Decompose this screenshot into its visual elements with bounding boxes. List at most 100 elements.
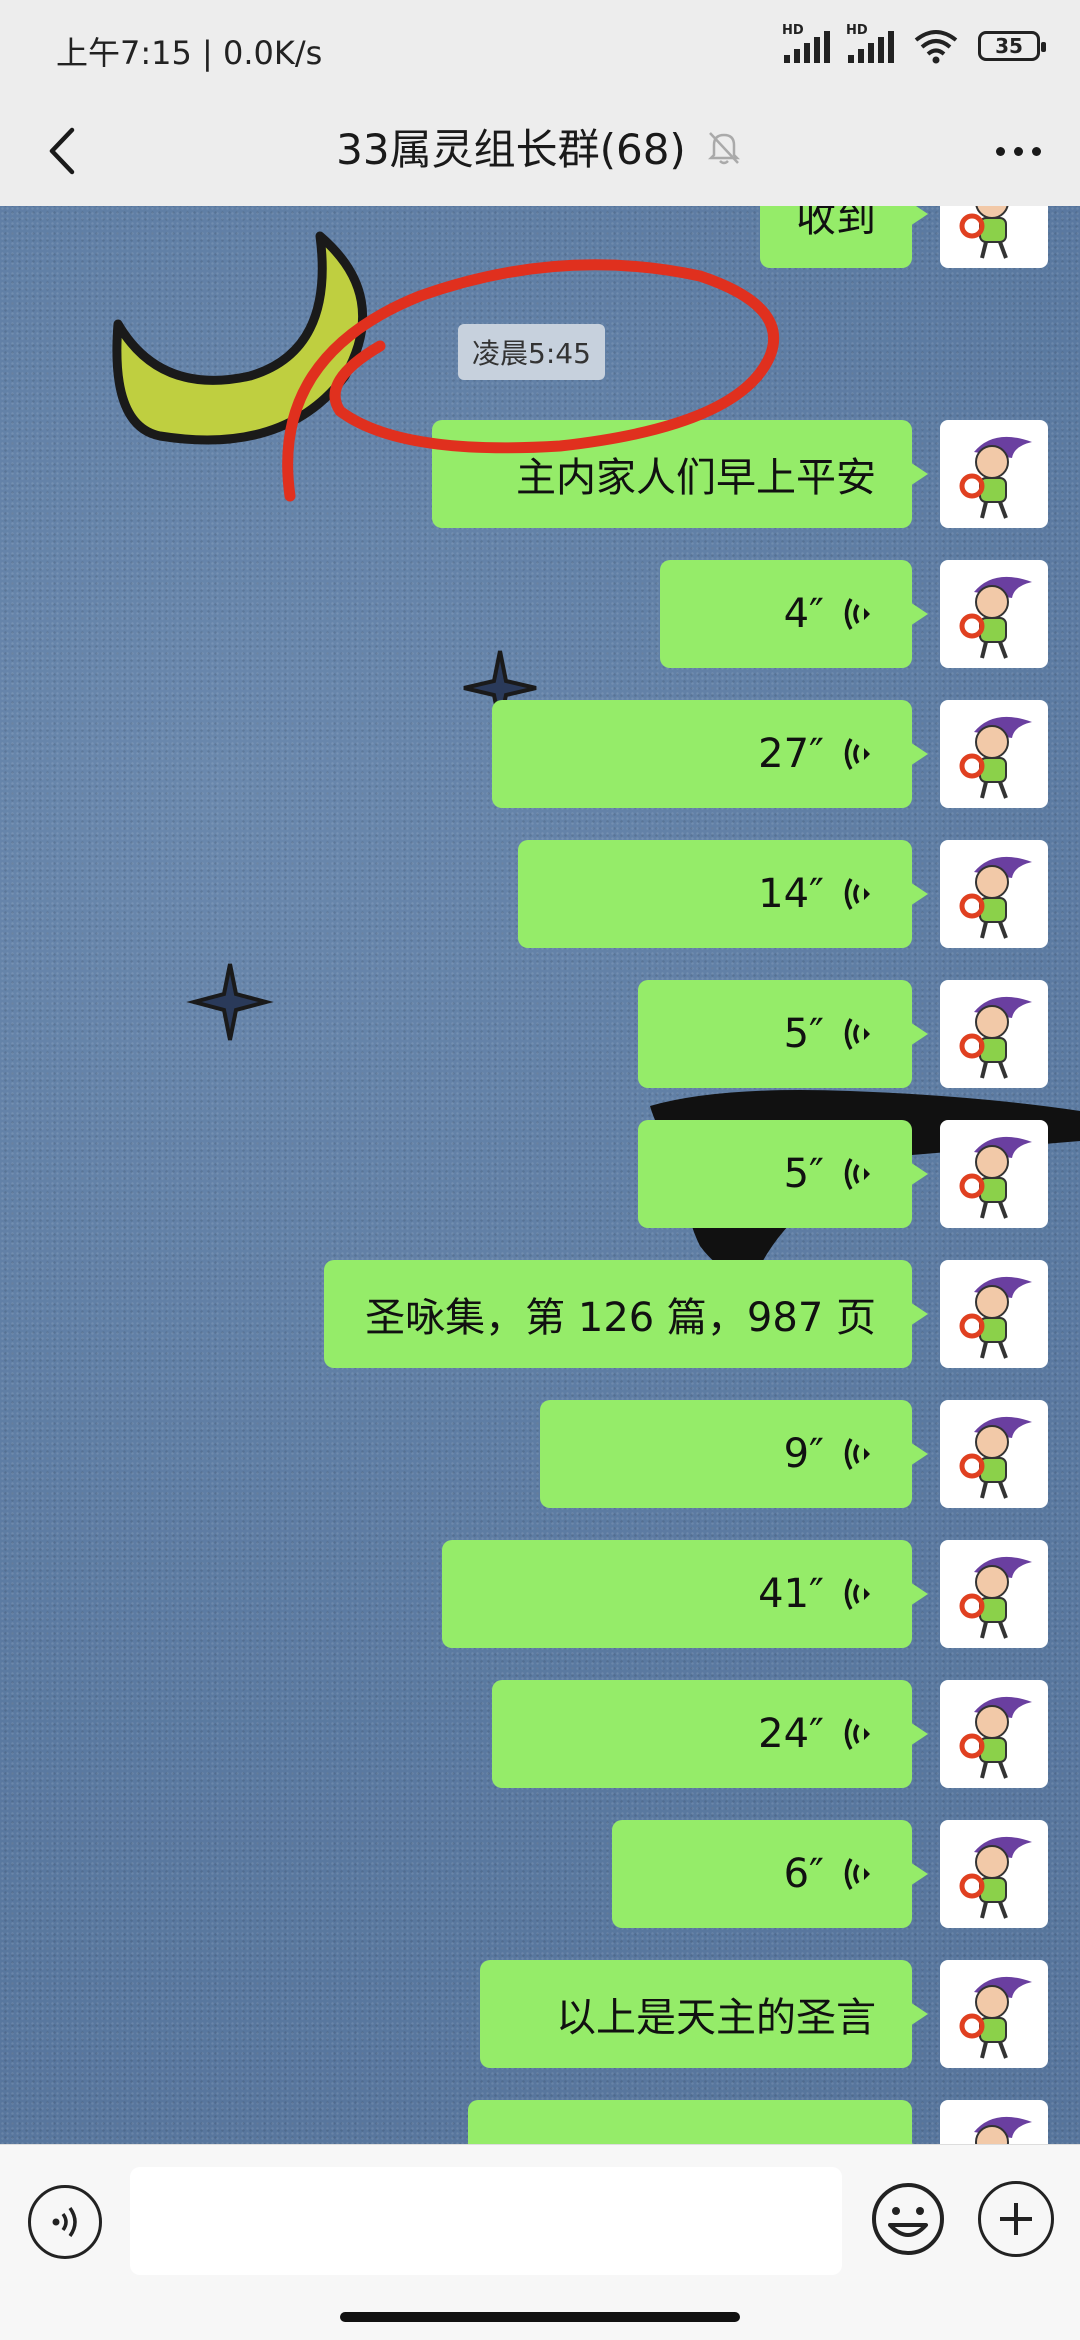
chat-title: 33属灵组长群(68)	[336, 125, 686, 174]
avatar[interactable]	[940, 1540, 1048, 1648]
voice-duration: 41″	[758, 1571, 824, 1617]
avatar-image	[959, 1836, 1032, 1919]
voice-wave-icon	[844, 1858, 870, 1890]
voice-message-bubble[interactable]: 14″	[518, 840, 928, 948]
text-bubble[interactable]: 收到	[760, 206, 928, 268]
wifi-icon	[914, 30, 958, 64]
voice-icon-wrap	[842, 594, 876, 634]
avatar[interactable]	[940, 206, 1048, 268]
avatar-image	[959, 1556, 1032, 1639]
status-bar: 上午7:15 | 0.0K/s HD HD 35	[0, 0, 1080, 96]
message-row: 5″	[638, 980, 1048, 1088]
message-text: 以上是天主的圣言	[556, 1995, 876, 2041]
avatar[interactable]	[940, 1120, 1048, 1228]
avatar[interactable]	[940, 2100, 1048, 2144]
voice-icon-wrap	[842, 734, 876, 774]
avatar-image	[959, 856, 1032, 939]
voice-message-bubble[interactable]: 24″	[492, 1680, 928, 1788]
avatar[interactable]	[940, 1260, 1048, 1368]
voice-wave-icon	[844, 598, 870, 630]
emoji-button[interactable]	[870, 2181, 946, 2257]
avatar-image	[959, 1976, 1032, 2059]
voice-icon-wrap	[842, 1434, 876, 1474]
voice-wave-icon	[844, 1578, 870, 1610]
voice-icon-wrap	[842, 1014, 876, 1054]
avatar[interactable]	[940, 980, 1048, 1088]
message-row: 9″	[540, 1400, 1048, 1508]
voice-duration: 4″	[783, 591, 824, 637]
battery-level: 35	[995, 34, 1023, 58]
input-bar	[0, 2144, 1080, 2340]
avatar[interactable]	[940, 840, 1048, 948]
avatar[interactable]	[940, 1960, 1048, 2068]
voice-duration: 27″	[758, 731, 824, 777]
avatar[interactable]	[940, 420, 1048, 528]
voice-icon-wrap	[842, 1714, 876, 1754]
avatar[interactable]	[940, 1820, 1048, 1928]
avatar-image	[959, 1276, 1032, 1359]
emoji-icon	[872, 2183, 944, 2255]
moon-shape	[112, 231, 367, 445]
message-row: 4″	[660, 560, 1048, 668]
voice-duration: 5″	[783, 1151, 824, 1197]
voice-wave-icon	[844, 1158, 870, 1190]
message-row: 以上是天主的圣言	[480, 1960, 1048, 2068]
message-row: 6″	[612, 1820, 1048, 1928]
avatar-image	[959, 716, 1032, 799]
voice-duration: 6″	[783, 1851, 824, 1897]
signal-icon: HD	[846, 23, 894, 63]
voice-icon-wrap	[842, 1154, 876, 1194]
voice-duration: 9″	[783, 1431, 824, 1477]
text-bubble[interactable]: 主内家人们早上平安	[432, 420, 928, 528]
chat-header: 33属灵组长群(68)	[0, 96, 1080, 206]
hd-label: HD	[782, 23, 804, 38]
battery-icon: 35	[978, 31, 1046, 61]
voice-message-bubble[interactable]: 9″	[540, 1400, 928, 1508]
chat-area[interactable]: 收到 凌晨5:45 主内家人们早上平安 4″ 27″ 14″ 5″ 5″ 圣咏集，第 126…	[0, 206, 1080, 2144]
text-bubble[interactable]	[468, 2100, 928, 2144]
avatar-image	[959, 436, 1032, 519]
message-row: 14″	[518, 840, 1048, 948]
star-shape	[186, 963, 274, 1041]
voice-duration: 5″	[783, 1011, 824, 1057]
voice-message-bubble[interactable]: 41″	[442, 1540, 928, 1648]
voice-wave-icon	[844, 1018, 870, 1050]
avatar[interactable]	[940, 1400, 1048, 1508]
voice-input-icon	[52, 2206, 77, 2238]
message-row: 收到	[760, 206, 1048, 268]
avatar[interactable]	[940, 700, 1048, 808]
hd-label: HD	[846, 23, 868, 38]
status-icons: HD HD 35	[782, 23, 1046, 66]
voice-input-button[interactable]	[28, 2185, 102, 2259]
avatar[interactable]	[940, 1680, 1048, 1788]
voice-message-bubble[interactable]: 5″	[638, 1120, 928, 1228]
avatar-image	[959, 576, 1032, 659]
more-functions-button[interactable]	[978, 2181, 1054, 2257]
avatar[interactable]	[940, 560, 1048, 668]
voice-wave-icon	[844, 878, 870, 910]
text-bubble[interactable]: 以上是天主的圣言	[480, 1960, 928, 2068]
voice-message-bubble[interactable]: 4″	[660, 560, 928, 668]
message-row: 主内家人们早上平安	[432, 420, 1048, 528]
voice-message-bubble[interactable]: 6″	[612, 1820, 928, 1928]
time-divider: 凌晨5:45	[458, 324, 605, 380]
message-input[interactable]	[130, 2167, 842, 2275]
message-row: 圣咏集，第 126 篇，987 页	[324, 1260, 1048, 1368]
avatar-image	[959, 1696, 1032, 1779]
plus-icon	[1000, 2203, 1032, 2235]
message-text: 主内家人们早上平安	[516, 455, 876, 501]
voice-message-bubble[interactable]: 5″	[638, 980, 928, 1088]
voice-icon-wrap	[842, 874, 876, 914]
voice-message-bubble[interactable]: 27″	[492, 700, 928, 808]
voice-duration: 14″	[758, 871, 824, 917]
voice-duration: 24″	[758, 1711, 824, 1757]
mute-bell-icon	[707, 131, 740, 164]
home-indicator[interactable]	[340, 2312, 740, 2322]
more-icon	[995, 146, 1005, 156]
message-row: 5″	[638, 1120, 1048, 1228]
more-options-button[interactable]	[980, 118, 1056, 184]
message-row: 41″	[442, 1540, 1048, 1648]
title-group: 33属灵组长群(68)	[0, 116, 1080, 177]
avatar-image	[959, 206, 1009, 259]
text-bubble[interactable]: 圣咏集，第 126 篇，987 页	[324, 1260, 928, 1368]
